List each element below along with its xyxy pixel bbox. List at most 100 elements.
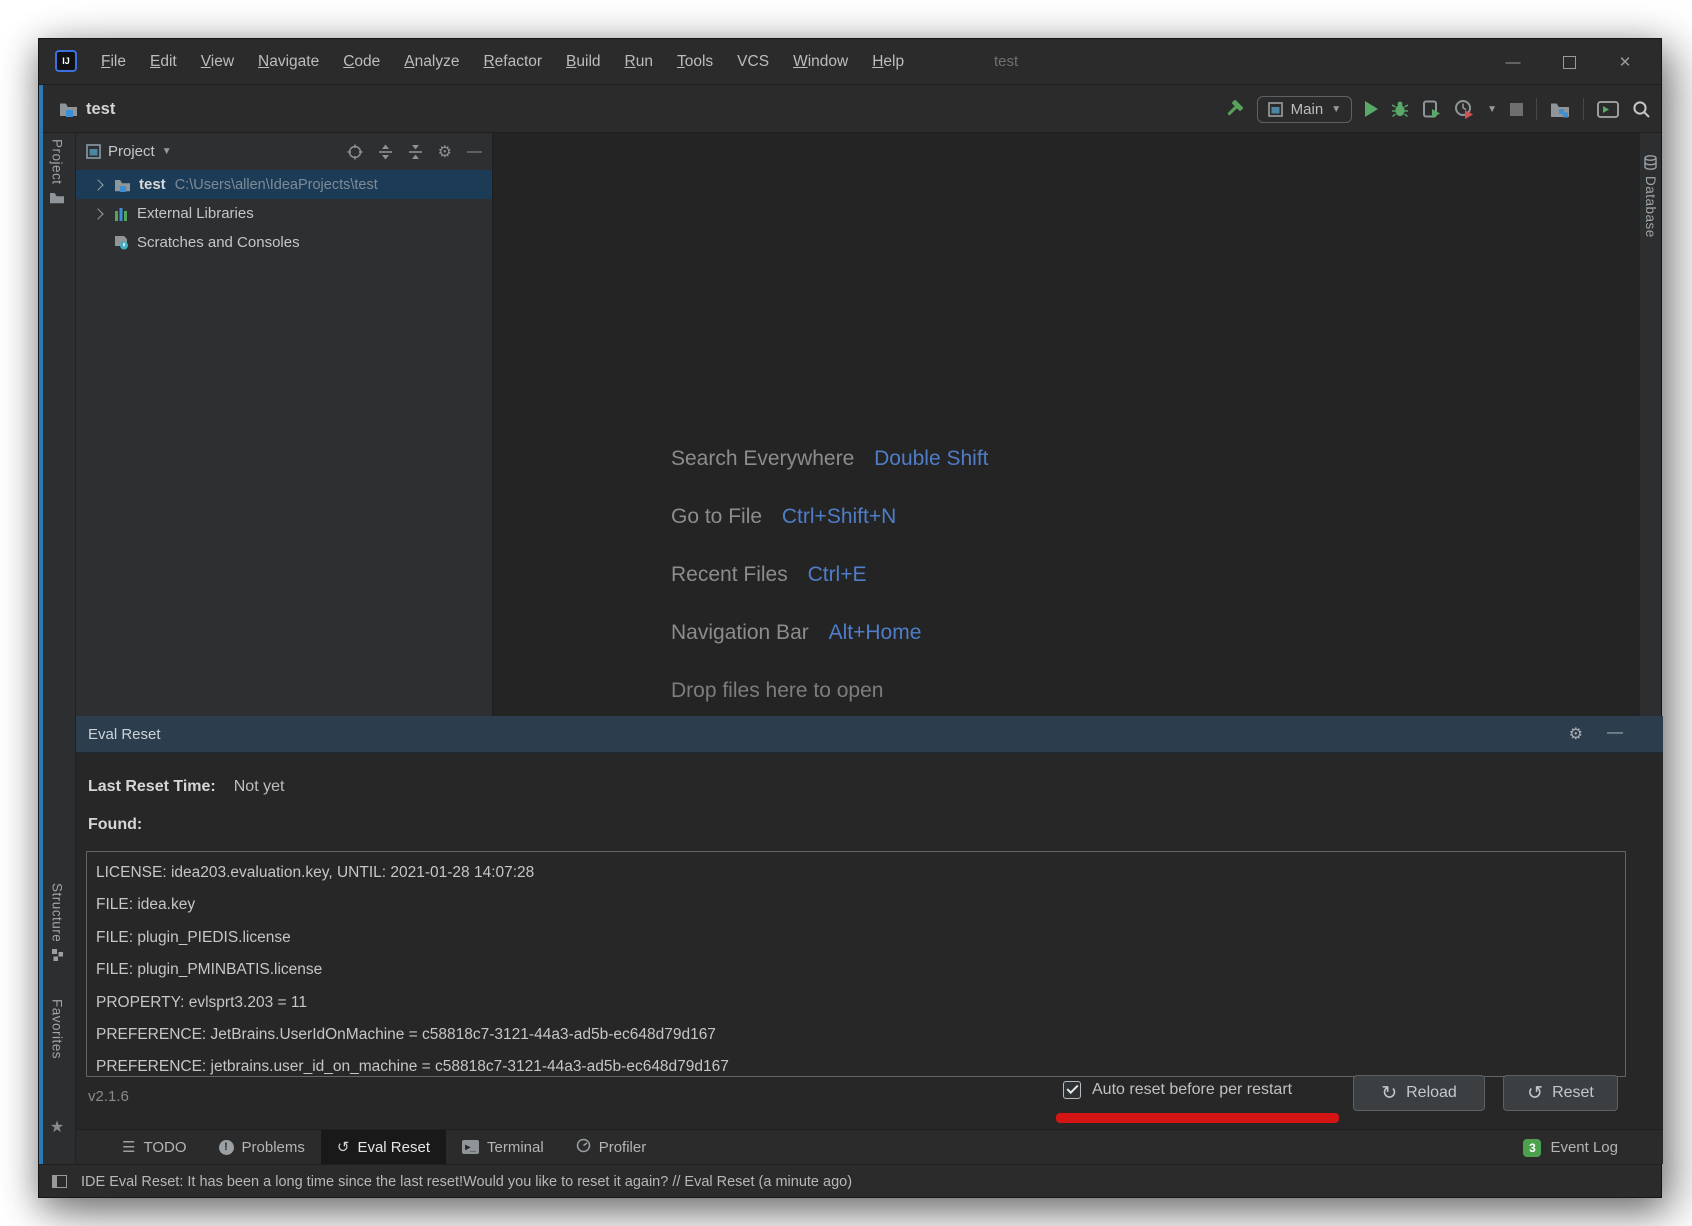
tree-row-project-test[interactable]: test C:\Users\allen\IdeaProjects\test (76, 170, 492, 199)
expand-chevron-icon[interactable] (92, 178, 104, 191)
menu-build[interactable]: Build (566, 53, 600, 71)
menu-navigate[interactable]: Navigate (258, 53, 319, 71)
shortcut-action: Recent Files (671, 563, 788, 586)
favorites-star-icon[interactable]: ★ (39, 1117, 75, 1137)
run-anything-icon[interactable] (1597, 100, 1619, 118)
libraries-icon (114, 207, 129, 221)
menu-run[interactable]: Run (625, 53, 653, 71)
project-breadcrumb[interactable]: test (59, 85, 115, 133)
expand-chevron-icon[interactable] (92, 207, 104, 220)
sidebar-tab-structure[interactable]: Structure (39, 883, 75, 962)
run-configuration-selector[interactable]: Main ▼ (1256, 95, 1353, 123)
project-panel-header: Project ▼ ⚙ — (76, 133, 492, 170)
last-reset-value: Not yet (233, 778, 285, 795)
reload-button[interactable]: ↻ Reload (1353, 1075, 1485, 1111)
project-structure-icon[interactable] (1550, 101, 1570, 118)
sidebar-tab-project[interactable]: Project (39, 139, 75, 204)
tab-problems[interactable]: ! Problems (203, 1130, 321, 1164)
tool-window-tab-bar: ☰ TODO ! Problems ↺ Eval Reset ▸_ Termin… (76, 1129, 1663, 1164)
stop-button[interactable] (1510, 102, 1523, 116)
settings-gear-icon[interactable]: ⚙ (438, 142, 452, 162)
event-log-button[interactable]: 3 Event Log (1523, 1130, 1618, 1165)
structure-tab-label: Structure (49, 883, 65, 943)
event-log-badge: 3 (1523, 1138, 1542, 1157)
right-tool-stripe: Database (1639, 133, 1661, 716)
project-tab-folder-icon (49, 191, 65, 204)
locate-file-icon[interactable] (347, 144, 363, 160)
menu-window[interactable]: Window (793, 53, 848, 71)
event-log-label: Event Log (1550, 1139, 1618, 1156)
auto-reset-checkbox[interactable] (1063, 1081, 1081, 1099)
reload-icon: ↻ (1381, 1082, 1398, 1104)
menu-view[interactable]: View (201, 53, 234, 71)
tree-item-name: test (139, 176, 166, 193)
menu-edit[interactable]: Edit (150, 53, 177, 71)
found-item: FILE: idea.key (96, 896, 196, 914)
main-toolbar: test Main ▼ ▼ (39, 85, 1661, 133)
project-view-chevron-icon[interactable]: ▼ (162, 146, 172, 157)
tree-row-external-libraries[interactable]: External Libraries (76, 199, 492, 228)
title-bar: IJ File Edit View Navigate Code Analyze … (39, 39, 1661, 85)
shortcut-keys: Ctrl+E (807, 563, 867, 586)
menu-file[interactable]: File (101, 53, 126, 71)
profiler-icon[interactable] (1454, 99, 1474, 119)
favorites-tab-label: Favorites (49, 999, 65, 1060)
toolbar-actions: Main ▼ ▼ (1224, 85, 1651, 133)
menu-tools[interactable]: Tools (677, 53, 713, 71)
eval-hide-icon[interactable]: — (1607, 724, 1623, 744)
hide-panel-icon[interactable]: — (467, 143, 482, 160)
auto-reset-checkbox-row[interactable]: Auto reset before per restart (1063, 1081, 1292, 1099)
sidebar-tab-favorites[interactable]: Favorites (39, 999, 75, 1059)
last-reset-row: Last Reset Time: Not yet (88, 778, 284, 796)
sidebar-tab-database[interactable]: Database (1640, 155, 1661, 238)
menu-vcs[interactable]: VCS (737, 53, 769, 71)
found-item: PREFERENCE: JetBrains.UserIdOnMachine = … (96, 1026, 716, 1044)
window-controls: — ✕ (1485, 39, 1653, 85)
shortcut-hint-row: Navigation Bar Alt+Home (671, 621, 921, 645)
menu-analyze[interactable]: Analyze (404, 53, 459, 71)
tab-label: Eval Reset (357, 1138, 430, 1156)
maximize-button[interactable] (1541, 39, 1597, 85)
menu-help[interactable]: Help (872, 53, 904, 71)
drop-files-hint: Drop files here to open (671, 679, 884, 702)
debug-bug-icon[interactable] (1391, 100, 1409, 118)
search-everywhere-icon[interactable] (1632, 100, 1651, 119)
red-underline-annotation (1056, 1113, 1339, 1123)
reload-button-label: Reload (1406, 1084, 1457, 1101)
found-row: Found: (88, 816, 142, 834)
tree-row-scratches[interactable]: Scratches and Consoles (76, 228, 492, 257)
run-with-coverage-icon[interactable] (1422, 100, 1441, 119)
minimize-button[interactable]: — (1485, 39, 1541, 85)
project-tool-window: Project ▼ ⚙ — test C:\Users\allen\IdeaPr… (76, 133, 493, 716)
found-item: PROPERTY: evlsprt3.203 = 11 (96, 993, 307, 1011)
menu-code[interactable]: Code (343, 53, 380, 71)
eval-settings-gear-icon[interactable]: ⚙ (1569, 724, 1583, 744)
project-folder-icon (59, 101, 78, 117)
shortcut-action: Search Everywhere (671, 447, 855, 470)
structure-icon (51, 948, 64, 962)
tab-label: Terminal (487, 1138, 544, 1156)
tab-eval-reset[interactable]: ↺ Eval Reset (320, 1130, 446, 1164)
project-panel-title[interactable]: Project (108, 143, 155, 160)
profiler-chevron-icon[interactable]: ▼ (1487, 104, 1497, 115)
chevron-down-icon: ▼ (1331, 103, 1342, 115)
shortcut-action: Navigation Bar (671, 621, 809, 644)
tab-terminal[interactable]: ▸_ Terminal (446, 1130, 560, 1164)
build-hammer-icon[interactable] (1224, 99, 1244, 119)
menu-refactor[interactable]: Refactor (483, 53, 542, 71)
shortcut-hint-row: Search Everywhere Double Shift (671, 447, 989, 471)
expand-all-icon[interactable] (378, 144, 393, 160)
found-item: FILE: plugin_PIEDIS.license (96, 928, 291, 946)
menu-bar: File Edit View Navigate Code Analyze Ref… (101, 39, 904, 85)
reset-button[interactable]: ↺ Reset (1503, 1075, 1618, 1111)
close-button[interactable]: ✕ (1597, 39, 1653, 85)
tab-todo[interactable]: ☰ TODO (106, 1130, 203, 1164)
tab-profiler[interactable]: Profiler (560, 1130, 663, 1164)
tool-window-toggle-icon[interactable] (52, 1175, 67, 1188)
collapse-all-icon[interactable] (408, 144, 423, 160)
eval-reset-title: Eval Reset (88, 725, 161, 743)
run-button[interactable] (1365, 101, 1379, 117)
tab-label: TODO (143, 1138, 187, 1156)
tree-item-name: External Libraries (137, 205, 254, 222)
database-icon (1644, 155, 1657, 170)
